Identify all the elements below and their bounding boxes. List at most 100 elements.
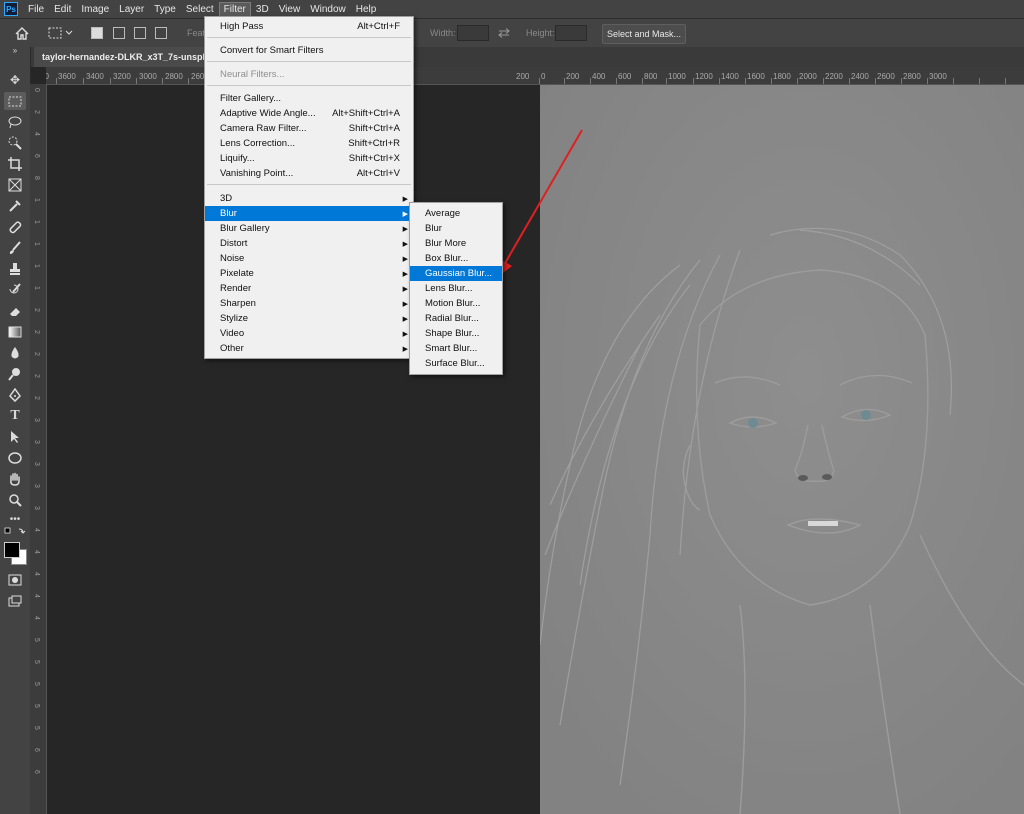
- subtract-selection-icon[interactable]: [134, 27, 146, 39]
- high-pass-photo[interactable]: [540, 85, 1024, 814]
- menu-item-blur[interactable]: Blur ▶: [205, 206, 413, 221]
- submenu-arrow-icon: ▶: [402, 345, 408, 353]
- photoshop-logo-icon: Ps: [4, 2, 18, 16]
- menu-item-noise[interactable]: Noise ▶: [205, 251, 413, 266]
- menu-filter[interactable]: Filter: [218, 1, 251, 17]
- menu-view[interactable]: View: [275, 3, 305, 16]
- ruler-label: 2000: [799, 72, 817, 81]
- menu-help[interactable]: Help: [352, 3, 381, 16]
- submenu-item-lens-blur[interactable]: Lens Blur...: [410, 281, 502, 296]
- ruler-label: 1200: [695, 72, 713, 81]
- ruler-label: 2400: [851, 72, 869, 81]
- submenu-item-motion-blur[interactable]: Motion Blur...: [410, 296, 502, 311]
- menu-item-render[interactable]: Render ▶: [205, 281, 413, 296]
- ruler-label: 2: [33, 396, 40, 400]
- eraser-icon[interactable]: [4, 302, 26, 320]
- quick-select-icon[interactable]: [4, 134, 26, 152]
- menu-item-pixelate[interactable]: Pixelate ▶: [205, 266, 413, 281]
- blur-tool-icon[interactable]: [4, 344, 26, 362]
- eyedropper-icon[interactable]: [4, 197, 26, 215]
- height-field[interactable]: [555, 25, 587, 41]
- healing-icon[interactable]: [4, 218, 26, 236]
- submenu-item-blur-more[interactable]: Blur More: [410, 236, 502, 251]
- stamp-icon[interactable]: [4, 260, 26, 278]
- frame-icon[interactable]: [4, 176, 26, 194]
- marquee-icon[interactable]: [4, 92, 26, 110]
- menu-item-video[interactable]: Video ▶: [205, 326, 413, 341]
- menu-item-sharpen[interactable]: Sharpen ▶: [205, 296, 413, 311]
- menu-file[interactable]: File: [24, 3, 48, 16]
- ruler-label: 3000: [929, 72, 947, 81]
- collapse-panel-icon[interactable]: »: [4, 45, 26, 55]
- submenu-item-average[interactable]: Average: [410, 206, 502, 221]
- menu-item-distort[interactable]: Distort ▶: [205, 236, 413, 251]
- submenu-item-box-blur[interactable]: Box Blur...: [410, 251, 502, 266]
- history-brush-icon[interactable]: [4, 281, 26, 299]
- menu-item-liquify[interactable]: Liquify... Shift+Ctrl+X: [205, 151, 413, 166]
- home-icon[interactable]: [12, 25, 32, 41]
- crop-icon[interactable]: [4, 155, 26, 173]
- swap-dimensions-icon[interactable]: [496, 25, 512, 41]
- menu-image[interactable]: Image: [77, 3, 113, 16]
- submenu-item-radial-blur[interactable]: Radial Blur...: [410, 311, 502, 326]
- menu-item-blur-gallery[interactable]: Blur Gallery ▶: [205, 221, 413, 236]
- submenu-item-smart-blur[interactable]: Smart Blur...: [410, 341, 502, 356]
- lasso-icon[interactable]: [4, 113, 26, 131]
- ruler-label: 1800: [773, 72, 791, 81]
- type-icon[interactable]: T: [4, 407, 26, 425]
- menu-item-other[interactable]: Other ▶: [205, 341, 413, 356]
- menu-item-filter-gallery[interactable]: Filter Gallery...: [205, 91, 413, 106]
- submenu-item-gaussian-blur[interactable]: Gaussian Blur...: [410, 266, 502, 281]
- ruler-label: 1000: [668, 72, 686, 81]
- menu-item-3d[interactable]: 3D ▶: [205, 191, 413, 206]
- menu-item-vanishing-point[interactable]: Vanishing Point... Alt+Ctrl+V: [205, 166, 413, 181]
- move-icon[interactable]: ✥: [4, 71, 26, 89]
- ruler-label: 3: [33, 484, 40, 488]
- ellipse-icon[interactable]: [4, 449, 26, 467]
- new-selection-icon[interactable]: [91, 27, 103, 39]
- pen-icon[interactable]: [4, 386, 26, 404]
- select-and-mask-button[interactable]: Select and Mask...: [602, 24, 686, 44]
- menu-separator: [207, 184, 411, 185]
- menu-layer[interactable]: Layer: [115, 3, 148, 16]
- brush-icon[interactable]: [4, 239, 26, 257]
- intersect-selection-icon[interactable]: [155, 27, 167, 39]
- marquee-preset-icon[interactable]: [46, 25, 76, 41]
- ruler-label: 4: [33, 594, 40, 598]
- document-tab[interactable]: taylor-hernandez-DLKR_x3T_7s-unsplas: [34, 47, 224, 67]
- swap-colors-icon[interactable]: [4, 527, 26, 539]
- foreground-color-swatch[interactable]: [4, 542, 20, 558]
- menu-3d[interactable]: 3D: [252, 3, 273, 16]
- options-bar: Feath Width: Height: Select and Mask...: [0, 18, 1024, 49]
- ruler-label: 2200: [825, 72, 843, 81]
- submenu-item-blur[interactable]: Blur: [410, 221, 502, 236]
- ruler-label: 1400: [721, 72, 739, 81]
- menu-item-adaptive-wide-angle[interactable]: Adaptive Wide Angle... Alt+Shift+Ctrl+A: [205, 106, 413, 121]
- menu-select[interactable]: Select: [182, 3, 218, 16]
- more-icon[interactable]: •••: [4, 510, 26, 528]
- menu-window[interactable]: Window: [306, 3, 350, 16]
- submenu-item-surface-blur[interactable]: Surface Blur...: [410, 356, 502, 371]
- menu-item-convert-smart-filters[interactable]: Convert for Smart Filters: [205, 43, 413, 58]
- gradient-icon[interactable]: [4, 323, 26, 341]
- menu-type[interactable]: Type: [150, 3, 180, 16]
- menu-edit[interactable]: Edit: [50, 3, 75, 16]
- quick-mask-icon[interactable]: [4, 571, 26, 589]
- zoom-icon[interactable]: [4, 491, 26, 509]
- add-selection-icon[interactable]: [113, 27, 125, 39]
- width-label: Width:: [430, 28, 456, 38]
- ruler-label: 6: [33, 748, 40, 752]
- menu-item-high-pass[interactable]: High Pass Alt+Ctrl+F: [205, 19, 413, 34]
- dodge-icon[interactable]: [4, 365, 26, 383]
- ruler-label: 0: [541, 72, 546, 81]
- menu-item-lens-correction[interactable]: Lens Correction... Shift+Ctrl+R: [205, 136, 413, 151]
- hand-icon[interactable]: [4, 470, 26, 488]
- screen-mode-icon[interactable]: [4, 592, 26, 610]
- menu-item-stylize[interactable]: Stylize ▶: [205, 311, 413, 326]
- menu-item-camera-raw[interactable]: Camera Raw Filter... Shift+Ctrl+A: [205, 121, 413, 136]
- submenu-item-shape-blur[interactable]: Shape Blur...: [410, 326, 502, 341]
- ruler-label: 5: [33, 704, 40, 708]
- path-select-icon[interactable]: [4, 428, 26, 446]
- width-field[interactable]: [457, 25, 489, 41]
- ruler-label: 4: [33, 572, 40, 576]
